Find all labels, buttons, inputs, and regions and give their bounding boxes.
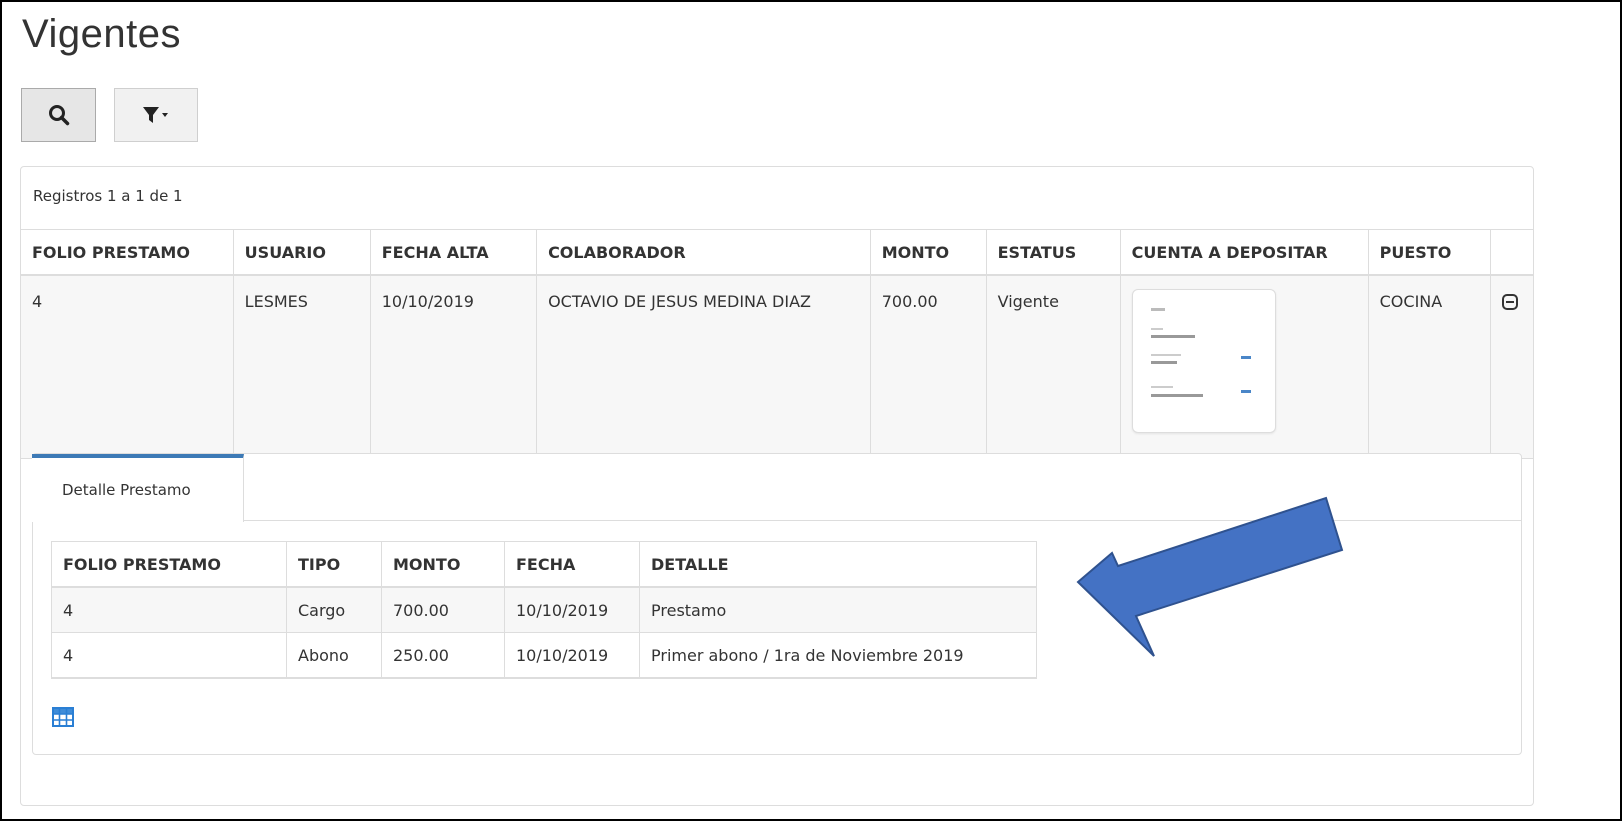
column-header-puesto[interactable]: PUESTO	[1367, 229, 1491, 276]
cell-cuenta	[1119, 275, 1369, 459]
table-row[interactable]: 4 LESMES 10/10/2019 OCTAVIO DE JESUS MED…	[21, 275, 1533, 459]
detail-cell-tipo: Cargo	[286, 587, 382, 633]
detail-header-fecha[interactable]: FECHA	[504, 541, 640, 588]
loan-detail-table: FOLIO PRESTAMO TIPO MONTO FECHA DETALLE …	[51, 541, 1037, 679]
column-header-estatus[interactable]: ESTATUS	[985, 229, 1121, 276]
column-chooser-button[interactable]	[52, 707, 74, 731]
detail-cell-fecha: 10/10/2019	[504, 632, 640, 679]
detail-cell-monto: 250.00	[381, 632, 505, 679]
cell-colaborador: OCTAVIO DE JESUS MEDINA DIAZ	[536, 275, 871, 459]
column-header-monto[interactable]: MONTO	[869, 229, 987, 276]
records-summary: Registros 1 a 1 de 1	[33, 187, 183, 205]
cell-puesto: COCINA	[1367, 275, 1491, 459]
table-grid-icon	[52, 707, 74, 727]
detail-cell-folio: 4	[51, 632, 287, 679]
detail-cell-folio: 4	[51, 587, 287, 633]
column-header-folio[interactable]: FOLIO PRESTAMO	[21, 229, 234, 276]
detail-header-monto[interactable]: MONTO	[381, 541, 505, 588]
detail-cell-monto: 700.00	[381, 587, 505, 633]
cell-estatus: Vigente	[985, 275, 1121, 459]
detail-cell-detalle: Prestamo	[639, 587, 1037, 633]
detail-header-detalle[interactable]: DETALLE	[639, 541, 1037, 588]
column-header-fecha-alta[interactable]: FECHA ALTA	[369, 229, 537, 276]
column-header-actions	[1489, 229, 1533, 276]
cell-fecha-alta: 10/10/2019	[369, 275, 537, 459]
detail-header-folio[interactable]: FOLIO PRESTAMO	[51, 541, 287, 588]
detail-header-row: FOLIO PRESTAMO TIPO MONTO FECHA DETALLE	[51, 541, 1037, 588]
column-header-usuario[interactable]: USUARIO	[232, 229, 371, 276]
cell-folio: 4	[21, 275, 234, 459]
cell-usuario: LESMES	[232, 275, 371, 459]
table-row[interactable]: 4 Cargo 700.00 10/10/2019 Prestamo	[51, 587, 1037, 633]
search-icon	[48, 105, 69, 126]
detail-cell-fecha: 10/10/2019	[504, 587, 640, 633]
detail-header-tipo[interactable]: TIPO	[286, 541, 382, 588]
annotation-arrow-icon	[1076, 496, 1344, 657]
tab-detalle-prestamo[interactable]: Detalle Prestamo	[32, 454, 244, 522]
loans-table: FOLIO PRESTAMO USUARIO FECHA ALTA COLABO…	[21, 229, 1533, 459]
cell-monto: 700.00	[869, 275, 987, 459]
table-row[interactable]: 4 Abono 250.00 10/10/2019 Primer abono /…	[51, 632, 1037, 679]
detail-cell-tipo: Abono	[286, 632, 382, 679]
column-header-cuenta[interactable]: CUENTA A DEPOSITAR	[1119, 229, 1369, 276]
collapse-row-icon[interactable]	[1501, 294, 1518, 310]
account-card-thumbnail[interactable]	[1131, 289, 1276, 433]
column-header-colaborador[interactable]: COLABORADOR	[536, 229, 871, 276]
cell-actions	[1489, 275, 1533, 459]
table-header-row: FOLIO PRESTAMO USUARIO FECHA ALTA COLABO…	[21, 229, 1533, 276]
page-title: Vigentes	[22, 12, 181, 56]
detail-cell-detalle: Primer abono / 1ra de Noviembre 2019	[639, 632, 1037, 679]
filter-dropdown-icon	[143, 107, 168, 123]
search-button[interactable]	[21, 88, 96, 142]
filter-button[interactable]	[114, 88, 198, 142]
